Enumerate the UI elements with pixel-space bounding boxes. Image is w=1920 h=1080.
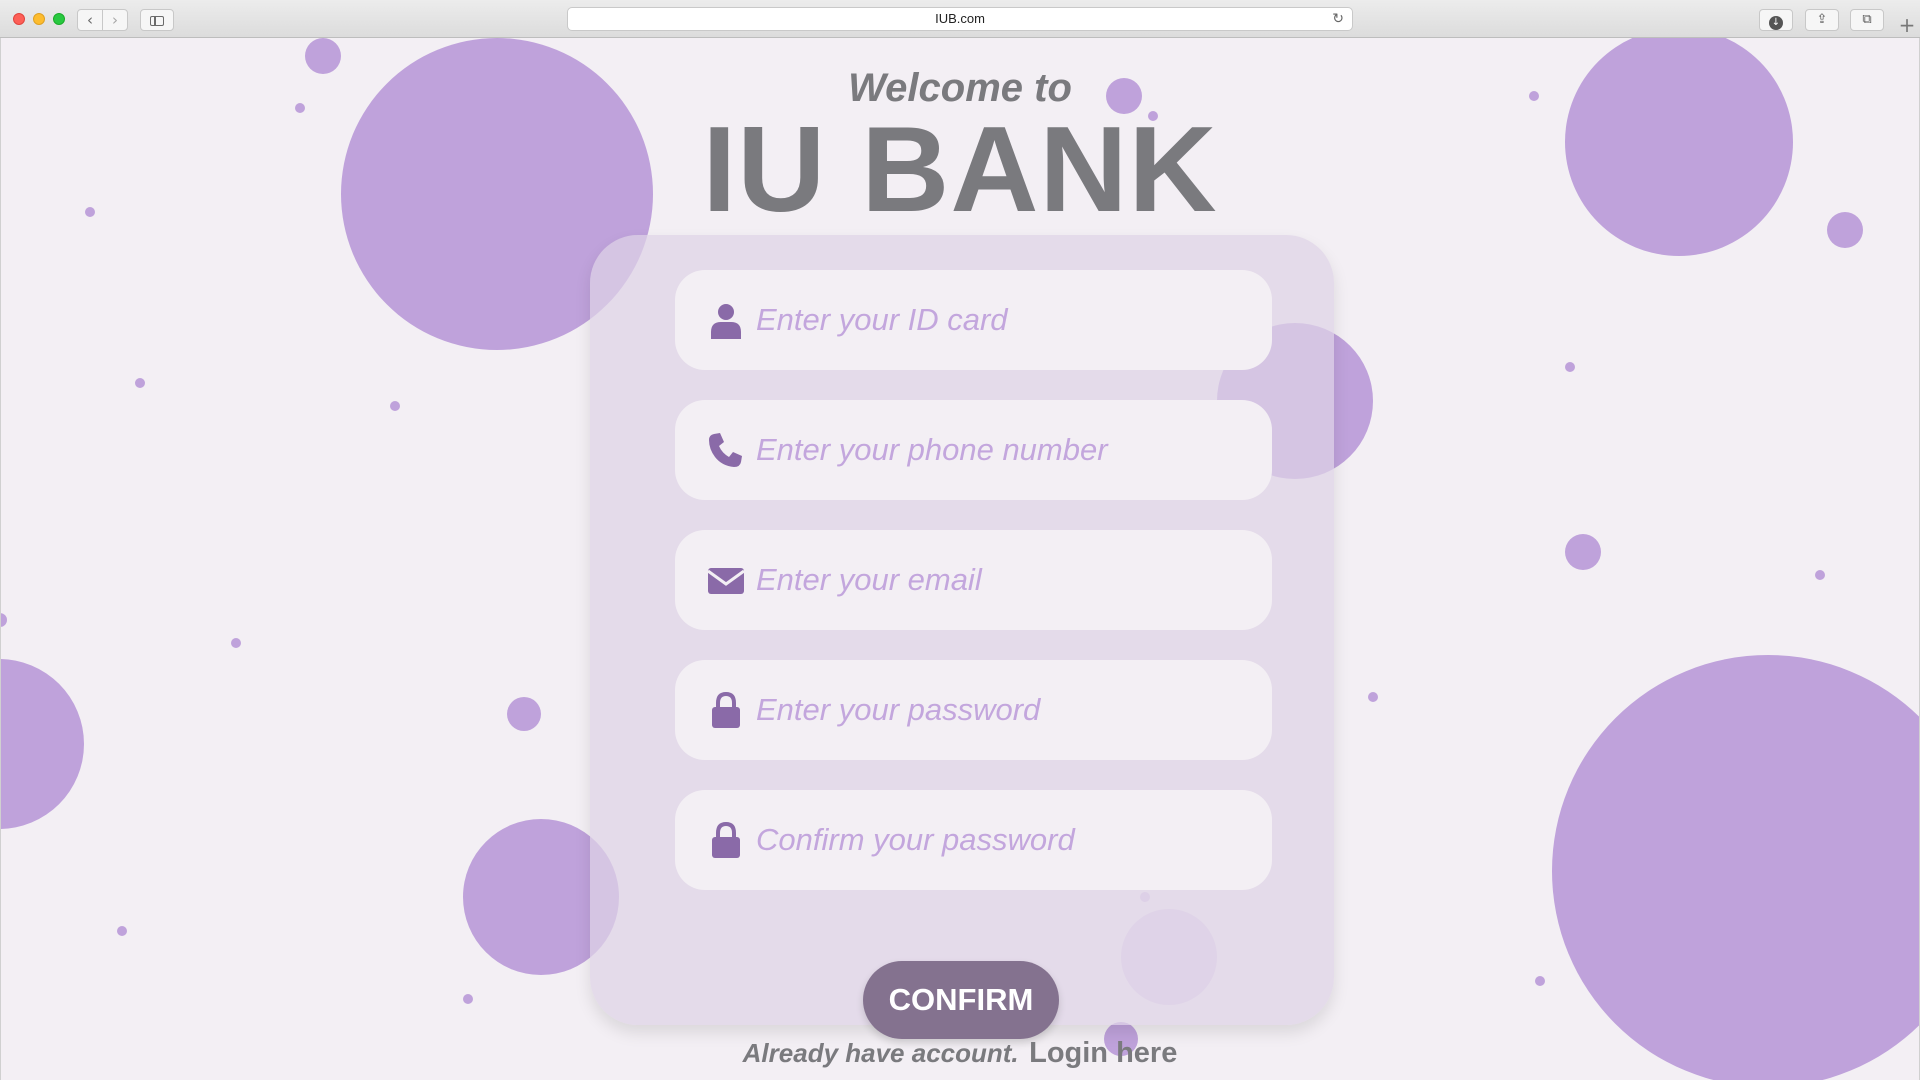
decorative-bubble xyxy=(1815,570,1825,580)
login-link[interactable]: Login here xyxy=(1029,1037,1177,1069)
chevron-left-icon: ‹ xyxy=(87,11,93,29)
share-icon: ⇪ xyxy=(1816,12,1828,27)
envelope-icon xyxy=(707,568,745,594)
reload-icon[interactable]: ↻ xyxy=(1332,8,1344,30)
confirm-password-input[interactable] xyxy=(756,808,1256,872)
decorative-bubble xyxy=(507,697,541,731)
decorative-bubble xyxy=(1,613,7,627)
email-input[interactable] xyxy=(756,548,1256,612)
downloads-button[interactable]: ↓ xyxy=(1759,9,1793,31)
plus-icon: + xyxy=(1898,13,1916,37)
zoom-window-button[interactable] xyxy=(53,13,65,25)
confirm-button[interactable]: CONFIRM xyxy=(863,961,1059,1039)
url-text: IUB.com xyxy=(935,11,985,26)
chevron-right-icon: › xyxy=(112,11,118,29)
address-bar[interactable]: IUB.com ↻ xyxy=(567,7,1353,31)
forward-button[interactable]: › xyxy=(102,9,128,31)
page-content: Welcome to IU BANK Enter your ID card En… xyxy=(0,38,1920,1080)
phone-input[interactable] xyxy=(756,418,1256,482)
lock-icon xyxy=(712,821,740,858)
new-tab-button[interactable]: + xyxy=(1895,14,1919,38)
user-icon xyxy=(711,304,741,339)
show-tabs-button[interactable]: ⧉ xyxy=(1850,9,1884,31)
decorative-bubble xyxy=(1,659,84,829)
tabs-icon: ⧉ xyxy=(1862,12,1872,27)
id-card-input[interactable] xyxy=(756,288,1256,352)
share-button[interactable]: ⇪ xyxy=(1805,9,1839,31)
decorative-bubble xyxy=(231,638,241,648)
decorative-bubble xyxy=(1535,976,1545,986)
page-title: IU BANK xyxy=(702,101,1218,237)
browser-toolbar: ‹ › IUB.com ↻ ↓ ⇪ ⧉ + xyxy=(0,0,1920,38)
phone-field[interactable] xyxy=(675,400,1272,500)
password-input[interactable] xyxy=(756,678,1256,742)
lock-icon xyxy=(712,691,740,728)
decorative-bubble xyxy=(390,401,400,411)
login-prompt-text: Already have account. xyxy=(742,1038,1019,1068)
decorative-bubble xyxy=(1565,362,1575,372)
minimize-window-button[interactable] xyxy=(33,13,45,25)
password-field[interactable] xyxy=(675,660,1272,760)
close-window-button[interactable] xyxy=(13,13,25,25)
decorative-bubble xyxy=(1368,692,1378,702)
id-card-field[interactable] xyxy=(675,270,1272,370)
sidebar-toggle-button[interactable] xyxy=(140,9,174,31)
phone-icon xyxy=(709,433,742,467)
signup-card: CONFIRM xyxy=(590,235,1334,1039)
decorative-bubble xyxy=(117,926,127,936)
download-icon: ↓ xyxy=(1769,16,1783,30)
login-prompt: Already have account. Login here xyxy=(1,1037,1919,1070)
back-button[interactable]: ‹ xyxy=(77,9,103,31)
sidebar-icon xyxy=(150,16,164,26)
decorative-bubble xyxy=(1565,534,1601,570)
decorative-bubble xyxy=(135,378,145,388)
decorative-bubble xyxy=(1552,655,1919,1080)
email-field[interactable] xyxy=(675,530,1272,630)
confirm-password-field[interactable] xyxy=(675,790,1272,890)
decorative-bubble xyxy=(463,994,473,1004)
